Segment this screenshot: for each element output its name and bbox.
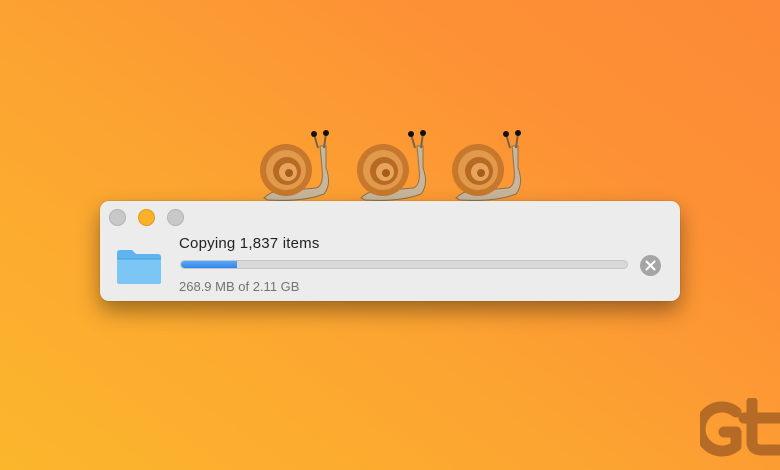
copy-progress-fill <box>181 261 237 268</box>
brand-logo <box>700 398 780 457</box>
snail-icon <box>452 130 522 201</box>
copy-progress-dialog: Copying 1,837 items 268.9 MB of 2.11 GB <box>100 201 680 301</box>
copy-progress-bar <box>180 260 628 269</box>
cancel-icon[interactable] <box>640 255 661 276</box>
window-zoom-button[interactable] <box>167 209 184 226</box>
snail-icon <box>260 130 330 201</box>
window-close-button[interactable] <box>109 209 126 226</box>
snail-icon <box>357 130 427 201</box>
snail-decoration <box>254 128 534 204</box>
copy-status-text: 268.9 MB of 2.11 GB <box>179 279 300 294</box>
copy-title: Copying 1,837 items <box>179 235 320 252</box>
folder-icon <box>117 250 161 284</box>
x-icon <box>645 260 656 271</box>
window-minimize-button[interactable] <box>138 209 155 226</box>
